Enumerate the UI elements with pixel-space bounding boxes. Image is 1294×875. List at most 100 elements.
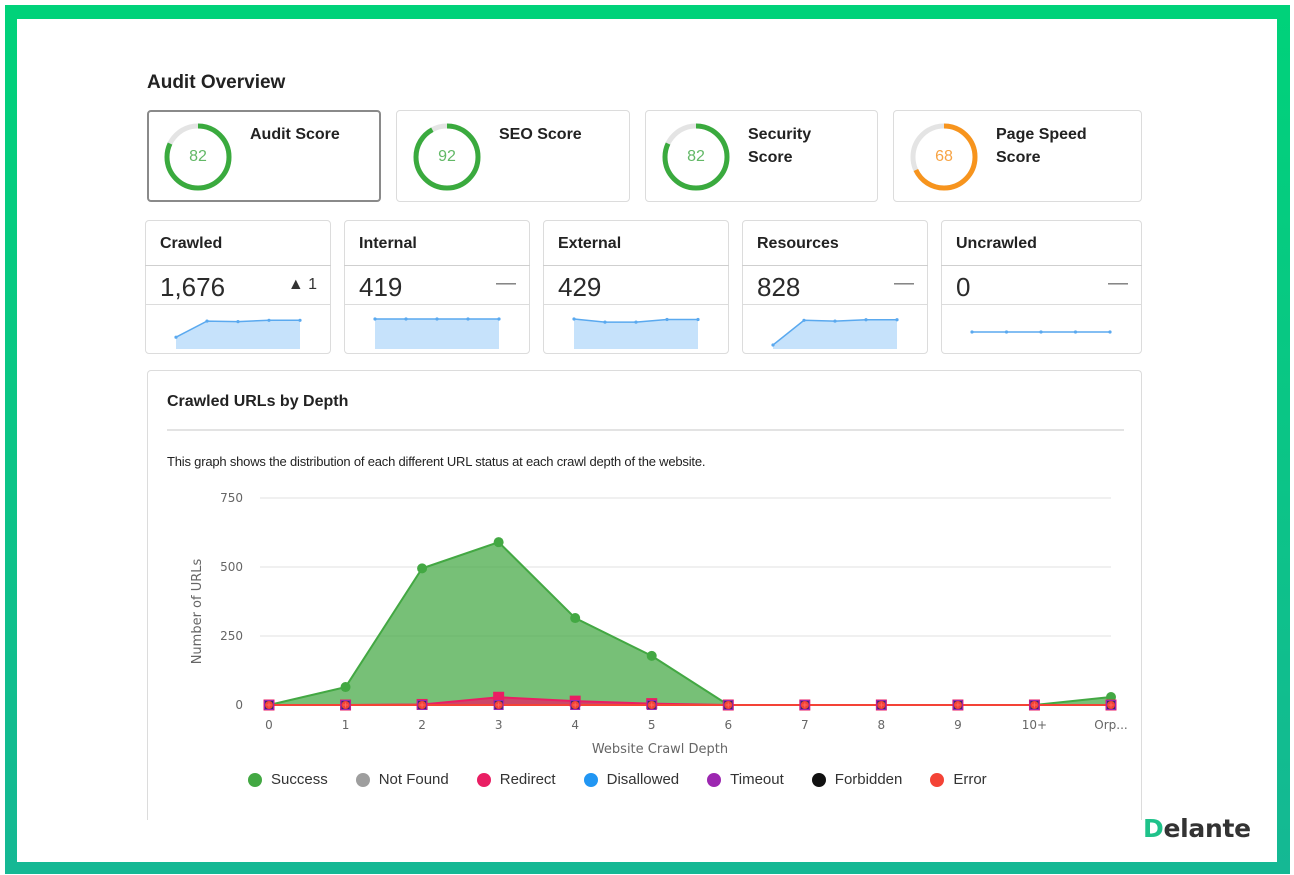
stat-card-internal[interactable]: Internal 419 — <box>344 220 530 354</box>
sparkline-point <box>1039 330 1043 334</box>
score-card-seo[interactable]: 92 SEO Score <box>396 110 630 202</box>
score-card-audit[interactable]: 82 Audit Score <box>147 110 381 202</box>
stat-title: Crawled <box>160 235 223 252</box>
legend-item-error[interactable]: Error <box>930 771 987 788</box>
sparkline-point <box>970 330 974 334</box>
stat-change-up: ▲ 1 <box>287 276 317 293</box>
score-card-security[interactable]: 82 Security Score <box>645 110 878 202</box>
x-tick-label: 7 <box>801 718 809 732</box>
stat-change-none: — <box>894 272 914 294</box>
x-tick-label: 10+ <box>1022 718 1047 732</box>
chart-legend: Success Not Found Redirect Disallowed Timeou… <box>248 771 1015 788</box>
sparkline-point <box>205 319 209 323</box>
stat-card-external[interactable]: External 429 <box>543 220 729 354</box>
stat-value: 828 <box>757 272 801 302</box>
sparkline-point <box>895 318 899 322</box>
stat-value: 1,676 <box>160 272 226 302</box>
sparkline-point <box>572 317 576 321</box>
stat-value: 429 <box>558 272 602 302</box>
sparkline-point <box>833 319 837 323</box>
sparkline-point <box>236 320 240 324</box>
sparkline-point <box>174 335 178 339</box>
legend-marker-icon <box>355 772 370 787</box>
x-tick-label: 4 <box>571 718 579 732</box>
success-point <box>493 537 504 548</box>
sparkline-point <box>1073 330 1078 334</box>
internal-sparkline <box>373 317 501 349</box>
sparkline-point <box>665 317 669 322</box>
sparkline-point <box>696 317 700 322</box>
x-tick-label: 2 <box>418 718 426 732</box>
success-point <box>417 563 428 574</box>
y-tick-label: 0 <box>235 698 243 712</box>
y-tick-label: 250 <box>220 629 243 643</box>
sparkline-point <box>603 320 607 324</box>
sparkline-point <box>771 343 775 347</box>
audit-score-label: Audit Score <box>250 126 340 143</box>
stat-row: 0 — <box>941 265 1142 305</box>
x-tick-label: 5 <box>648 718 656 732</box>
legend-label: Disallowed <box>606 771 680 788</box>
legend-item-redirect[interactable]: Redirect <box>476 771 556 788</box>
stat-value: 0 <box>956 272 971 302</box>
audit-score-value: 82 <box>189 148 207 165</box>
sparkline-area <box>773 319 897 349</box>
page-speed-score-label: Page Speed Score <box>996 126 1087 166</box>
success-point <box>570 613 581 624</box>
sparkline-point <box>404 317 408 321</box>
y-tick-label: 500 <box>220 560 243 574</box>
crawl-depth-chart[interactable]: 0 250 500 750 Number of URLs 0 1 2 3 4 5 6 7 8 9 10+ Orp… <box>148 371 1143 821</box>
crawled-sparkline <box>174 318 302 349</box>
page-speed-score-value: 68 <box>935 148 953 165</box>
legend-item-forbidden[interactable]: Forbidden <box>811 771 903 788</box>
x-tick-label: 0 <box>265 718 273 732</box>
x-tick-label: 6 <box>724 718 732 732</box>
sparkline-point <box>435 317 439 321</box>
legend-marker-icon <box>811 772 826 787</box>
stat-title: Resources <box>757 235 839 252</box>
legend-item-not-found[interactable]: Not Found <box>355 771 449 788</box>
sparkline-area <box>375 319 499 349</box>
sparkline-point <box>1004 330 1009 334</box>
score-card-page-speed[interactable]: 68 Page Speed Score <box>893 110 1142 202</box>
uncrawled-sparkline <box>970 330 1112 334</box>
sparkline-point <box>1108 330 1112 334</box>
legend-item-success[interactable]: Success <box>248 771 328 788</box>
x-tick-label: 8 <box>878 718 886 732</box>
legend-marker-icon <box>583 772 598 787</box>
y-tick-label: 750 <box>220 491 243 505</box>
stat-card-resources[interactable]: Resources 828 — <box>742 220 928 354</box>
stat-card-crawled[interactable]: Crawled 1,676 ▲ 1 <box>145 220 331 354</box>
delante-logo: Delante <box>1143 814 1251 843</box>
seo-score-label: SEO Score <box>499 126 582 143</box>
legend-label: Success <box>271 771 328 788</box>
sparkline-point <box>497 317 501 321</box>
external-sparkline <box>572 317 700 349</box>
y-axis-label: Number of URLs <box>190 558 205 664</box>
legend-label: Redirect <box>499 771 556 788</box>
legend-item-timeout[interactable]: Timeout <box>707 771 784 788</box>
legend-item-disallowed[interactable]: Disallowed <box>583 771 680 788</box>
legend-label: Timeout <box>730 771 784 788</box>
stat-title: Internal <box>359 235 417 252</box>
sparkline-point <box>298 318 302 322</box>
stat-title: Uncrawled <box>956 235 1037 252</box>
resources-sparkline <box>771 318 899 349</box>
stat-value: 419 <box>359 272 403 302</box>
legend-marker-icon <box>930 772 945 787</box>
legend-marker-icon <box>248 772 262 787</box>
sparkline-point <box>466 317 470 321</box>
sparkline-point <box>373 317 377 321</box>
legend-label: Forbidden <box>834 771 903 788</box>
legend-marker-icon <box>476 772 491 787</box>
sparkline-area <box>176 320 300 349</box>
crawled-urls-by-depth-panel: Crawled URLs by Depth This graph shows t… <box>147 370 1142 820</box>
sparkline-point <box>864 318 868 322</box>
stat-change-none: — <box>496 272 516 294</box>
stat-card-uncrawled[interactable]: Uncrawled 0 — <box>941 220 1142 354</box>
success-point <box>646 650 657 661</box>
x-tick-label: 3 <box>495 718 503 732</box>
success-point <box>340 682 351 693</box>
x-tick-label: Orp... <box>1094 718 1127 732</box>
sparkline-point <box>267 318 271 322</box>
